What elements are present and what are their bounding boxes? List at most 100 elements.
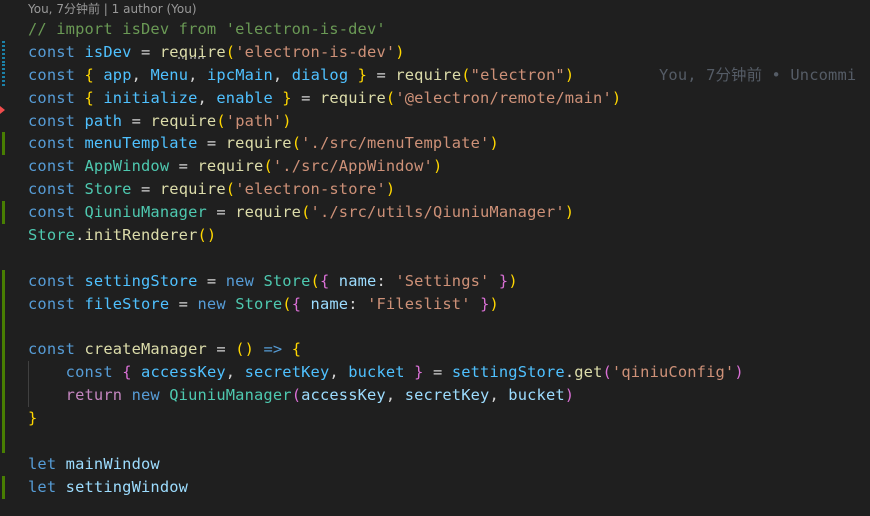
code-token: , xyxy=(225,363,245,382)
code-line[interactable]: let mainWindow xyxy=(0,453,870,476)
code-token: new xyxy=(225,271,255,290)
gutter-added-indicator[interactable] xyxy=(2,475,5,499)
code-token: initialize xyxy=(103,88,198,107)
code-token: = xyxy=(122,111,151,130)
gutter-none-indicator xyxy=(0,155,6,178)
code-token: ) xyxy=(564,65,575,84)
code-token: { xyxy=(319,271,330,290)
code-token: = xyxy=(131,42,160,61)
code-token: let xyxy=(28,477,57,496)
code-line[interactable]: Store.initRenderer() xyxy=(0,224,870,247)
code-editor[interactable]: // import isDev from 'electron-is-dev' co… xyxy=(0,18,870,499)
codelens-author-time[interactable]: You, 7分钟前 xyxy=(28,2,100,16)
code-line[interactable]: const QiuniuManager = require('./src/uti… xyxy=(0,201,870,225)
code-token: const xyxy=(28,271,76,290)
code-token: settingStore xyxy=(451,363,565,382)
code-token: qui xyxy=(178,42,207,61)
code-token: Menu xyxy=(150,65,189,84)
code-token: : xyxy=(348,294,368,313)
gutter-none-indicator xyxy=(0,18,6,41)
code-token: settingStore xyxy=(84,271,198,290)
code-token: 'qiniuConfig' xyxy=(611,363,735,382)
code-token: bucket xyxy=(508,386,565,405)
code-line[interactable]: const menuTemplate = require('./src/menu… xyxy=(0,132,870,156)
code-line-text: const isDev = require('electron-is-dev') xyxy=(28,41,405,64)
code-line[interactable]: const path = require('path') xyxy=(0,105,870,133)
code-token: ) xyxy=(734,363,744,382)
code-line-text: const createManager = () => { xyxy=(28,338,301,361)
code-line-text: let mainWindow xyxy=(28,453,160,476)
code-token: settingWindow xyxy=(65,477,189,496)
code-token: { xyxy=(122,363,132,382)
gutter-modified-indicator[interactable] xyxy=(2,40,5,64)
code-line[interactable] xyxy=(0,430,870,453)
code-token: bucket xyxy=(348,363,405,382)
code-token: ( xyxy=(461,65,471,84)
gutter-added-indicator[interactable] xyxy=(2,361,5,385)
code-line[interactable]: } xyxy=(0,407,870,431)
gutter-added-indicator[interactable] xyxy=(2,201,5,225)
code-line[interactable]: const Store = require('electron-store') xyxy=(0,178,870,201)
code-line-text: const QiuniuManager = require('./src/uti… xyxy=(28,201,574,224)
code-token: "electron" xyxy=(470,65,565,84)
gutter-added-indicator[interactable] xyxy=(2,132,5,156)
gutter-modified-indicator[interactable] xyxy=(2,63,5,87)
code-line[interactable]: return new QiuniuManager(accessKey, secr… xyxy=(0,384,870,408)
gutter-added-indicator[interactable] xyxy=(2,338,5,362)
code-line[interactable]: const fileStore = new Store({ name: 'Fil… xyxy=(0,292,870,316)
code-token: get xyxy=(574,363,603,382)
code-line[interactable]: const AppWindow = require('./src/AppWind… xyxy=(0,155,870,178)
code-line[interactable]: let settingWindow xyxy=(0,475,870,499)
code-line[interactable]: const isDev = require('electron-is-dev') xyxy=(0,40,870,64)
codelens-authors[interactable]: 1 author (You) xyxy=(112,2,197,16)
code-token: const xyxy=(28,180,76,199)
code-token: , xyxy=(197,88,217,107)
code-token: ( xyxy=(225,180,236,199)
code-token: Store xyxy=(28,226,76,245)
code-token: ipcMain xyxy=(206,65,273,84)
code-token: , xyxy=(272,65,292,84)
gutter-added-indicator[interactable] xyxy=(2,315,5,339)
code-token: mainWindow xyxy=(65,454,160,473)
gutter-none-indicator xyxy=(0,224,6,247)
code-line[interactable]: const createManager = () => { xyxy=(0,338,870,362)
gutter-added-indicator[interactable] xyxy=(2,292,5,316)
gutter-added-indicator[interactable] xyxy=(2,384,5,408)
code-token: // import isDev from 'electron-is-dev' xyxy=(28,20,386,38)
code-token: , xyxy=(385,386,405,405)
code-token: AppWindow xyxy=(84,157,170,176)
code-line[interactable]: const { initialize, enable } = require('… xyxy=(0,87,870,110)
code-line[interactable] xyxy=(0,247,870,270)
code-token: re xyxy=(159,42,179,61)
gutter-added-indicator[interactable] xyxy=(2,430,5,453)
gutter-deleted-indicator[interactable] xyxy=(0,105,5,114)
gutter-added-indicator[interactable] xyxy=(2,269,5,293)
code-line[interactable]: const { app, Menu, ipcMain, dialog } = r… xyxy=(0,63,870,87)
code-line[interactable]: // import isDev from 'electron-is-dev' xyxy=(0,18,870,41)
gutter-added-indicator[interactable] xyxy=(2,407,5,431)
code-line[interactable]: const settingStore = new Store({ name: '… xyxy=(0,269,870,293)
code-line-text: Store.initRenderer() xyxy=(28,224,216,247)
code-line[interactable]: const { accessKey, secretKey, bucket } =… xyxy=(0,361,870,385)
code-line[interactable] xyxy=(0,315,870,339)
code-token: ) xyxy=(489,134,499,153)
code-token: app xyxy=(103,65,132,84)
code-line-text: } xyxy=(28,407,37,430)
code-token: 'electron-store' xyxy=(235,180,386,199)
code-token: ( xyxy=(385,88,396,107)
code-token: = xyxy=(197,134,226,153)
code-token: QiuniuManager xyxy=(169,386,292,405)
code-token: ( xyxy=(263,157,273,176)
code-token: path xyxy=(84,111,123,130)
code-token: dialog xyxy=(291,65,349,84)
